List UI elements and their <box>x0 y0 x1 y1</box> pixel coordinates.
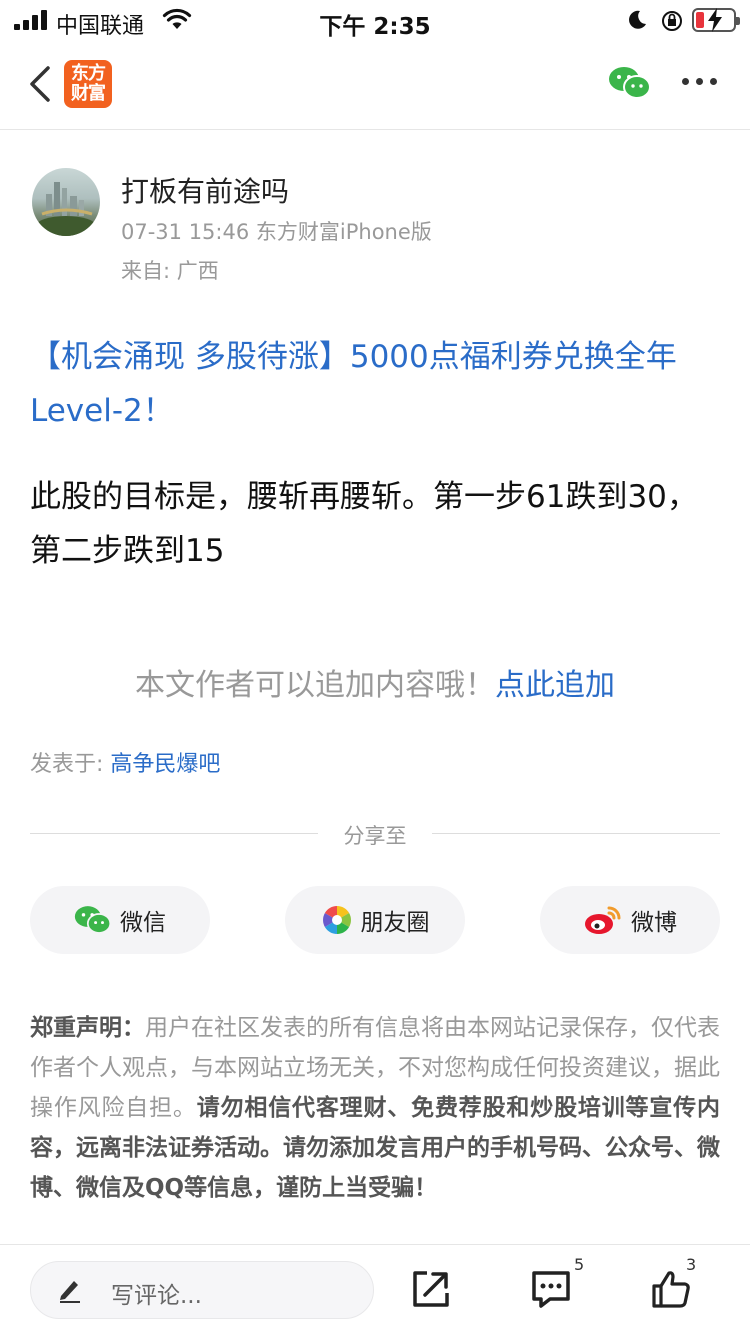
disclaimer: 郑重声明：用户在社区发表的所有信息将由本网站记录保存，仅代表作者个人观点，与本网… <box>30 1015 720 1201</box>
nav-bar: 东方 财富 <box>0 40 750 130</box>
weibo-icon <box>583 904 623 936</box>
share-label: 分享至 <box>343 824 407 848</box>
wechat-share-icon[interactable] <box>608 66 652 104</box>
append-prompt: 本文作者可以追加内容哦！点此追加 <box>135 668 615 703</box>
like-button[interactable] <box>651 1269 691 1313</box>
comment-count-badge: 5 <box>574 1255 585 1274</box>
comment-icon <box>532 1271 570 1308</box>
thumbs-up-icon <box>652 1271 690 1308</box>
back-button[interactable] <box>26 62 56 106</box>
share-moments-button[interactable]: 朋友圈 <box>285 886 465 954</box>
bottom-bar: 写评论... 5 3 <box>0 1244 750 1334</box>
more-options-button[interactable] <box>682 78 718 88</box>
share-icon <box>413 1271 449 1307</box>
share-button[interactable] <box>411 1269 451 1313</box>
share-divider: 分享至 <box>30 820 720 848</box>
rotation-lock-icon <box>660 9 684 37</box>
bar-link[interactable]: 高争民爆吧 <box>110 752 220 777</box>
comment-input[interactable]: 写评论... <box>30 1261 374 1319</box>
status-bar: 中国联通 下午 2:35 <box>0 0 750 40</box>
post-location: 来自: 广西 <box>121 259 219 283</box>
battery-icon <box>692 8 740 32</box>
wechat-icon <box>74 905 112 935</box>
post-content: 此股的目标是，腰斩再腰斩。第一步61跌到30，第二步跌到15 <box>30 479 698 569</box>
comments-button[interactable] <box>530 1269 572 1313</box>
moments-icon <box>321 904 353 936</box>
do-not-disturb-icon <box>626 9 648 35</box>
posted-in: 发表于: 高争民爆吧 <box>30 752 221 777</box>
share-weibo-button[interactable]: 微博 <box>540 886 720 954</box>
chevron-left-icon <box>30 66 50 102</box>
promo-link[interactable]: 【机会涌现 多股待涨】5000点福利券兑换全年Level-2！ <box>30 330 720 438</box>
append-link[interactable]: 点此追加 <box>495 668 615 703</box>
like-count-badge: 3 <box>686 1255 697 1274</box>
eastmoney-logo[interactable]: 东方 财富 <box>64 60 112 108</box>
share-wechat-button[interactable]: 微信 <box>30 886 210 954</box>
avatar[interactable] <box>32 168 100 236</box>
post-meta: 07-31 15:46 东方财富iPhone版 <box>121 220 432 244</box>
author-name[interactable]: 打板有前途吗 <box>121 170 289 210</box>
pen-icon <box>57 1276 83 1308</box>
